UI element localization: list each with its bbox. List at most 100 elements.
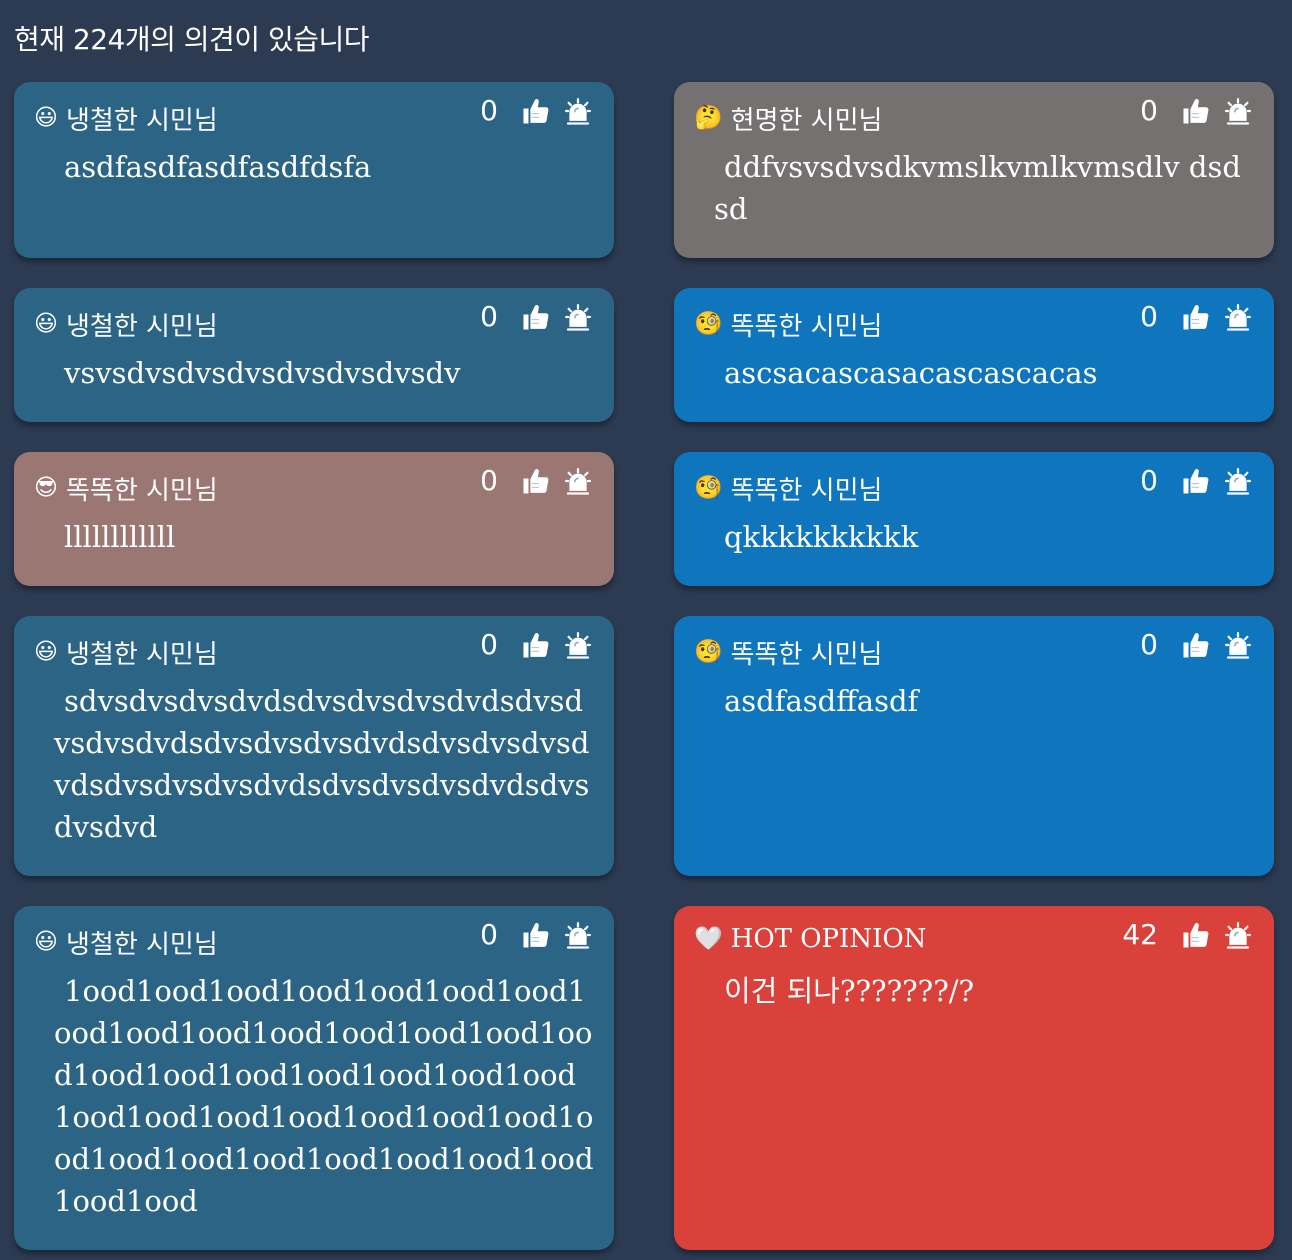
thumbs-up-icon[interactable] — [520, 95, 552, 127]
author-emoji-icon: 🧐 — [694, 311, 723, 337]
opinion-text: ddfvsvsdvsdkvmslkvmlkvmsdlv dsdsd — [714, 150, 1241, 226]
like-count: 0 — [1140, 464, 1158, 497]
siren-alert-icon[interactable] — [1222, 465, 1254, 497]
card-actions: 0 — [1140, 94, 1254, 127]
card-header: 😃 냉철한 시민님 0 — [34, 628, 594, 670]
author: 😃 냉철한 시민님 — [34, 306, 218, 343]
card-header: 😃 냉철한 시민님 0 — [34, 94, 594, 136]
author-name: 냉철한 시민님 — [65, 640, 218, 670]
like-count: 0 — [1140, 628, 1158, 661]
author: 🤔 현명한 시민님 — [694, 100, 882, 137]
card-actions: 0 — [480, 94, 594, 127]
thumbs-up-icon[interactable] — [1180, 95, 1212, 127]
like-count: 0 — [480, 464, 498, 497]
opinion-card: 🧐 똑똑한 시민님 0 qkkkkkkkkkk — [674, 452, 1274, 586]
author-name: 똑똑한 시민님 — [730, 640, 883, 670]
author: 😃 냉철한 시민님 — [34, 634, 218, 671]
author: 😃 냉철한 시민님 — [34, 924, 218, 961]
siren-alert-icon[interactable] — [562, 301, 594, 333]
thumbs-up-icon[interactable] — [520, 629, 552, 661]
thumbs-up-icon[interactable] — [520, 301, 552, 333]
author: 😃 냉철한 시민님 — [34, 100, 218, 137]
author-name: 현명한 시민님 — [730, 106, 883, 136]
opinion-text: ascsacascasacascascacas — [724, 356, 1098, 390]
opinion-card: 🧐 똑똑한 시민님 0 asdfasdffasdf — [674, 616, 1274, 876]
card-actions: 0 — [1140, 628, 1254, 661]
thumbs-up-icon[interactable] — [520, 919, 552, 951]
siren-alert-icon[interactable] — [562, 629, 594, 661]
opinion-card: 😃 냉철한 시민님 0 1ood1ood1ood1ood1ood1ood1ood… — [14, 906, 614, 1250]
opinion-card: 😃 냉철한 시민님 0 sdvsdvsdvsdvdsdvsdvsdvsdvdsd… — [14, 616, 614, 876]
siren-alert-icon[interactable] — [562, 95, 594, 127]
author-emoji-icon: 😎 — [34, 475, 58, 501]
author-emoji-icon: 😃 — [34, 639, 58, 665]
thumbs-up-icon[interactable] — [1180, 629, 1212, 661]
opinion-text: sdvsdvsdvsdvdsdvsdvsdvsdvdsdvsdvsdvsdvds… — [54, 684, 590, 844]
opinion-text: 1ood1ood1ood1ood1ood1ood1ood1ood1ood1ood… — [54, 974, 594, 1218]
siren-alert-icon[interactable] — [1222, 629, 1254, 661]
opinion-card: 🤍 HOT OPINION 42 이건 되나???????/? — [674, 906, 1274, 1250]
card-header: 😃 냉철한 시민님 0 — [34, 300, 594, 342]
author: 🤍 HOT OPINION — [694, 924, 926, 954]
like-count: 0 — [1140, 300, 1158, 333]
page-title: 현재 224개의 의견이 있습니다 — [14, 23, 370, 56]
card-header: 😎 똑똑한 시민님 0 — [34, 464, 594, 506]
author-emoji-icon: 🧐 — [694, 475, 723, 501]
card-header: 😃 냉철한 시민님 0 — [34, 918, 594, 960]
author-name: 냉철한 시민님 — [65, 930, 218, 960]
author-emoji-icon: 😃 — [34, 105, 58, 131]
author-name: 똑똑한 시민님 — [65, 476, 218, 506]
author-name: 냉철한 시민님 — [65, 312, 218, 342]
siren-alert-icon[interactable] — [1222, 95, 1254, 127]
opinion-text: vsvsdvsdvsdvsdvsdvsdvsdv — [64, 356, 461, 390]
card-header: 🧐 똑똑한 시민님 0 — [694, 628, 1254, 670]
like-count: 0 — [480, 628, 498, 661]
opinion-text: llllllllllll — [64, 520, 176, 554]
opinion-grid: 😃 냉철한 시민님 0 asdfasdfasdfasdfdsfa 🤔 현명한 시… — [14, 82, 1274, 1250]
card-header: 🤍 HOT OPINION 42 — [694, 918, 1254, 956]
author: 🧐 똑똑한 시민님 — [694, 634, 882, 671]
card-actions: 0 — [480, 628, 594, 661]
card-header: 🧐 똑똑한 시민님 0 — [694, 464, 1254, 506]
siren-alert-icon[interactable] — [562, 465, 594, 497]
author-emoji-icon: 😃 — [34, 929, 58, 955]
author-emoji-icon: 🤔 — [694, 105, 723, 131]
author: 🧐 똑똑한 시민님 — [694, 306, 882, 343]
card-actions: 0 — [1140, 300, 1254, 333]
author: 🧐 똑똑한 시민님 — [694, 470, 882, 507]
like-count: 0 — [480, 300, 498, 333]
opinion-card: 😃 냉철한 시민님 0 vsvsdvsdvsdvsdvsdvsdvsdv — [14, 288, 614, 422]
author-name: 똑똑한 시민님 — [730, 476, 883, 506]
card-header: 🤔 현명한 시민님 0 — [694, 94, 1254, 136]
hot-opinion-label: HOT OPINION — [730, 924, 927, 954]
card-actions: 42 — [1122, 918, 1254, 951]
like-count: 0 — [1140, 94, 1158, 127]
author-emoji-icon: 😃 — [34, 311, 58, 337]
like-count: 0 — [480, 94, 498, 127]
card-actions: 0 — [1140, 464, 1254, 497]
opinion-card: 😎 똑똑한 시민님 0 llllllllllll — [14, 452, 614, 586]
siren-alert-icon[interactable] — [1222, 919, 1254, 951]
like-count: 0 — [480, 918, 498, 951]
thumbs-up-icon[interactable] — [1180, 301, 1212, 333]
author-name: 똑똑한 시민님 — [730, 312, 883, 342]
opinion-card: 😃 냉철한 시민님 0 asdfasdfasdfasdfdsfa — [14, 82, 614, 258]
thumbs-up-icon[interactable] — [1180, 919, 1212, 951]
opinion-text: 이건 되나???????/? — [724, 974, 975, 1008]
card-actions: 0 — [480, 918, 594, 951]
siren-alert-icon[interactable] — [562, 919, 594, 951]
card-actions: 0 — [480, 300, 594, 333]
like-count: 42 — [1122, 918, 1158, 951]
opinion-card: 🧐 똑똑한 시민님 0 ascsacascasacascascacas — [674, 288, 1274, 422]
author-emoji-icon: 🧐 — [694, 639, 723, 665]
heart-icon: 🤍 — [694, 925, 723, 952]
opinion-text: asdfasdfasdfasdfdsfa — [64, 150, 372, 184]
card-actions: 0 — [480, 464, 594, 497]
siren-alert-icon[interactable] — [1222, 301, 1254, 333]
author: 😎 똑똑한 시민님 — [34, 470, 218, 507]
opinion-text: qkkkkkkkkkk — [724, 520, 919, 554]
thumbs-up-icon[interactable] — [1180, 465, 1212, 497]
opinion-text: asdfasdffasdf — [724, 684, 919, 718]
thumbs-up-icon[interactable] — [520, 465, 552, 497]
opinion-card: 🤔 현명한 시민님 0 ddfvsvsdvsdkvmslkvmlkvmsdlv … — [674, 82, 1274, 258]
